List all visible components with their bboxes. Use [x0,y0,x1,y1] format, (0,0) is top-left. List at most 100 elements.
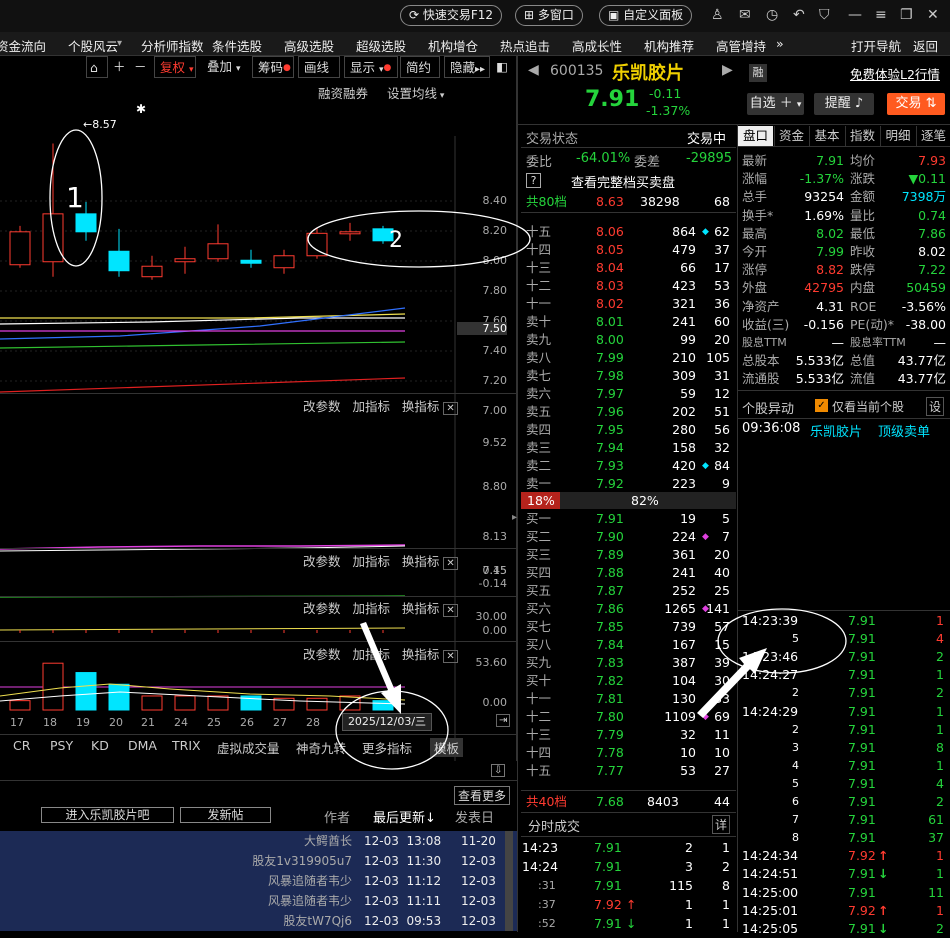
level-price: 8.04 [596,259,624,277]
add-indicator-link[interactable]: 加指标 [352,554,390,569]
switch-indicator-link[interactable]: 换指标 [402,647,440,662]
tab-0[interactable]: 盘口 [738,126,773,146]
scroll-right-icon[interactable]: ⇥ [496,714,510,727]
close-icon[interactable]: ✕ [927,7,939,23]
alert-settings-button[interactable]: 设 [926,397,944,416]
tab-trix[interactable]: TRIX [172,738,201,753]
close-panel-icon[interactable]: ✕ [443,557,457,570]
change-params-link[interactable]: 改参数 [303,554,341,569]
menu-item-high-growth[interactable]: 高成长性 [572,36,622,55]
add-indicator-link[interactable]: 加指标 [352,647,390,662]
large-order-marker-icon: ◆ [702,528,709,546]
grid-icon: ⊞ [524,8,538,22]
tab-2[interactable]: 基本 [809,126,844,146]
forum-row[interactable]: 风暴追随者韦少12-03 11:1112-03 [0,891,517,911]
quick-trade-button[interactable]: ⟳ 快速交易F12 [400,5,502,26]
arrow-up-icon: ↑ [878,847,888,865]
tab-3[interactable]: 指数 [845,126,880,146]
forum-row[interactable]: 股友tW7Qj612-03 09:5312-03 [0,911,517,931]
user-icon[interactable]: ♙ [711,7,724,23]
panel-resize-handle[interactable]: ▸ [512,512,517,523]
switch-indicator-link[interactable]: 换指标 [402,601,440,616]
tab-cr[interactable]: CR [13,738,30,753]
next-stock-icon[interactable]: ▶ [722,62,733,78]
forum-row[interactable]: 大鳄酋长12-03 13:0811-20 [0,831,517,851]
tab-more-indicators[interactable]: 更多指标 [362,738,412,757]
menu-item-inst-recommend[interactable]: 机构推荐 [644,36,694,55]
forum-row[interactable]: 股友1v319905u712-03 11:3012-03 [0,851,517,871]
tab-4[interactable]: 明细 [880,126,915,146]
only-current-checkbox[interactable]: ✓ [815,399,828,412]
change-params-link[interactable]: 改参数 [303,399,341,414]
menu-more-button[interactable]: » [776,36,784,51]
tab-virtual-volume[interactable]: 虚拟成交量 [217,738,280,757]
collapse-icon[interactable]: ⇩ [491,764,505,777]
level-volume: 202 [672,403,696,421]
menu-item-exec-buy[interactable]: 高管增持 [716,36,766,55]
forum-scrollbar[interactable] [505,831,513,931]
menu-item-inst-add[interactable]: 机构增仓 [428,36,478,55]
menu-item-back[interactable]: 返回 [913,36,938,55]
add-indicator-link[interactable]: 加指标 [352,399,390,414]
menu-item-fund-flow[interactable]: 资金流向 [0,36,46,55]
help-icon[interactable]: ? [526,173,541,188]
sell-level: 卖十8.0124160 [522,313,736,331]
tab-1[interactable]: 资金 [774,126,809,146]
col-posted[interactable]: 发表日 [455,807,494,826]
menu-item-analyst-index[interactable]: 分析师指数 [141,36,204,55]
stock-code: 600135 [550,63,603,79]
menu-item-stock-news[interactable]: 个股风云 [68,36,118,55]
view-more-button[interactable]: 查看更多 [454,786,510,805]
menu-item-hot-topics[interactable]: 热点追击 [500,36,550,55]
stat-value: 8.82 [816,261,844,279]
stat-row: 最高8.02最低7.86 [738,225,950,243]
clock-icon[interactable]: ◷ [766,7,778,23]
prev-stock-icon[interactable]: ◀ [528,62,539,78]
stat-value: 8.02 [918,243,946,261]
forum-row[interactable]: 风暴追随者韦少12-03 11:1212-03 [0,871,517,891]
close-panel-icon[interactable]: ✕ [443,402,457,415]
close-panel-icon[interactable]: ✕ [443,604,457,617]
l2-trial-link[interactable]: 免费体验L2行情 [850,64,940,83]
add-watchlist-button[interactable]: 自选 ＋ ▾ [747,93,804,115]
tab-kd[interactable]: KD [91,738,109,753]
col-last-updated[interactable]: 最后更新↓ [373,807,436,826]
multi-window-button[interactable]: ⊞ 多窗口 [515,5,583,26]
forum-posted: 12-03 [461,891,496,911]
add-indicator-link[interactable]: 加指标 [352,601,390,616]
switch-indicator-link[interactable]: 换指标 [402,399,440,414]
tab-dma[interactable]: DMA [128,738,157,753]
shirt-icon[interactable]: ⛉ [819,7,830,23]
time-sales-detail-button[interactable]: 详 [712,815,730,834]
menu-icon[interactable]: ≡ [875,7,887,23]
mail-icon[interactable]: ✉ [739,7,751,23]
col-author[interactable]: 作者 [324,807,350,826]
custom-panel-button[interactable]: ▣ 自定义面板 [599,5,692,26]
undo-icon[interactable]: ↶ [793,7,805,23]
close-panel-icon[interactable]: ✕ [443,650,457,663]
alert-button[interactable]: 提醒 ♪ [814,93,874,115]
tick-price: 7.91 [848,684,876,702]
trade-button[interactable]: 交易 ⇅ [887,93,945,115]
tab-psy[interactable]: PSY [50,738,73,753]
stat-label: 最高 [742,225,767,243]
tab-5[interactable]: 逐笔 [916,126,950,146]
tab-magic-nine[interactable]: 神奇九转 [296,738,346,757]
new-post-button[interactable]: 发新帖 [180,807,271,823]
level-price: 8.05 [596,241,624,259]
menu-item-super-select[interactable]: 超级选股 [356,36,406,55]
sale-count: 1 [722,915,730,933]
menu-item-advanced-select[interactable]: 高级选股 [284,36,334,55]
menu-item-open-nav[interactable]: 打开导航 [851,36,901,55]
change-params-link[interactable]: 改参数 [303,601,341,616]
view-full-depth-link[interactable]: 查看完整档买卖盘 [571,172,675,191]
trade-status-label: 交易状态 [526,128,578,147]
minimize-icon[interactable]: — [848,7,862,23]
enter-forum-button[interactable]: 进入乐凯胶片吧 [41,807,174,823]
restore-icon[interactable]: ❐ [900,7,913,23]
change-params-link[interactable]: 改参数 [303,647,341,662]
buy-total-row: 共40档 7.68 8403 44 [522,793,736,811]
menu-item-condition-select[interactable]: 条件选股 [212,36,262,55]
tab-template[interactable]: 模板 [430,738,463,757]
switch-indicator-link[interactable]: 换指标 [402,554,440,569]
